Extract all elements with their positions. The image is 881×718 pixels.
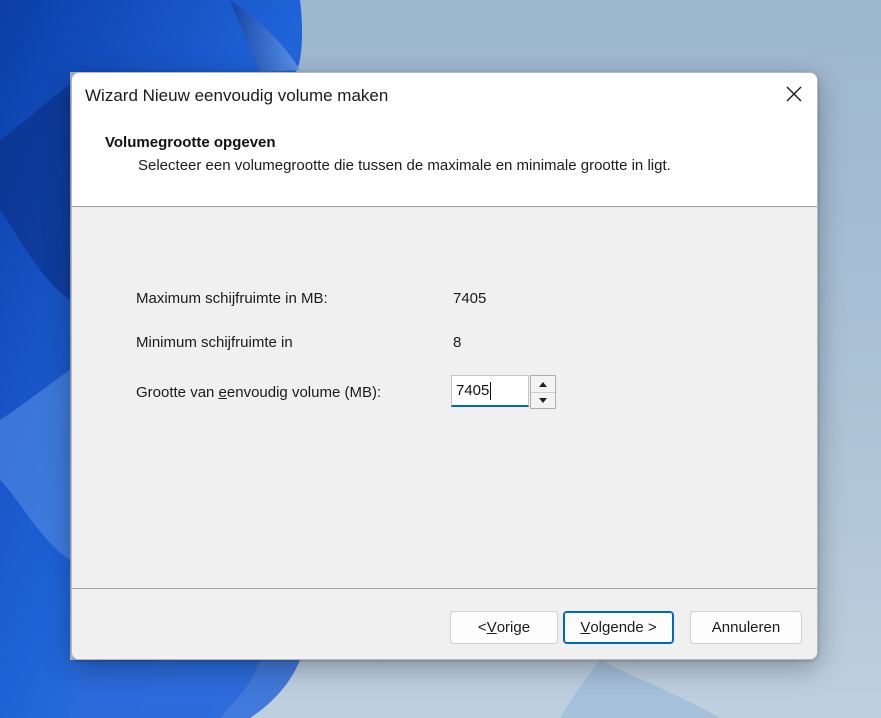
spin-buttons <box>530 375 556 409</box>
cancel-button[interactable]: Annuleren <box>690 611 802 644</box>
close-button[interactable] <box>771 73 817 115</box>
volume-size-label-pre: Grootte van <box>136 384 219 401</box>
volume-size-label: Grootte van eenvoudig volume (MB): <box>136 384 381 401</box>
min-space-label: Minimum schijfruimte in <box>136 334 293 351</box>
spin-up-button[interactable] <box>531 376 555 393</box>
close-icon <box>786 86 802 102</box>
text-caret <box>490 382 491 400</box>
max-space-label: Maximum schijfruimte in MB: <box>136 290 328 307</box>
page-subtitle: Selecteer een volumegrootte die tussen d… <box>138 157 671 174</box>
back-button[interactable]: < Vorige <box>450 611 558 644</box>
next-button-accel: V <box>580 619 591 636</box>
back-button-accel: V <box>486 619 497 636</box>
volume-size-label-post: envoudig volume (MB): <box>226 384 382 401</box>
chevron-up-icon <box>539 381 547 387</box>
volume-size-stepper <box>451 375 557 409</box>
volume-size-label-accel: e <box>218 384 227 401</box>
back-button-pre: < <box>477 619 487 636</box>
min-space-value: 8 <box>453 334 462 351</box>
page-title: Volumegrootte opgeven <box>105 134 276 151</box>
next-button[interactable]: Volgende > <box>563 611 674 644</box>
wizard-dialog: Wizard Nieuw eenvoudig volume maken Volu… <box>71 72 818 660</box>
max-space-value: 7405 <box>453 290 487 307</box>
spin-down-button[interactable] <box>531 392 555 408</box>
window-title: Wizard Nieuw eenvoudig volume maken <box>85 86 389 105</box>
back-button-post: orige <box>496 619 531 636</box>
next-button-post: olgende > <box>590 619 657 636</box>
chevron-down-icon <box>539 397 547 403</box>
title-bar: Wizard Nieuw eenvoudig volume maken <box>72 73 817 119</box>
wizard-footer: < Vorige Volgende > Annuleren <box>72 589 817 659</box>
wizard-header: Volumegrootte opgeven Selecteer een volu… <box>72 119 817 207</box>
